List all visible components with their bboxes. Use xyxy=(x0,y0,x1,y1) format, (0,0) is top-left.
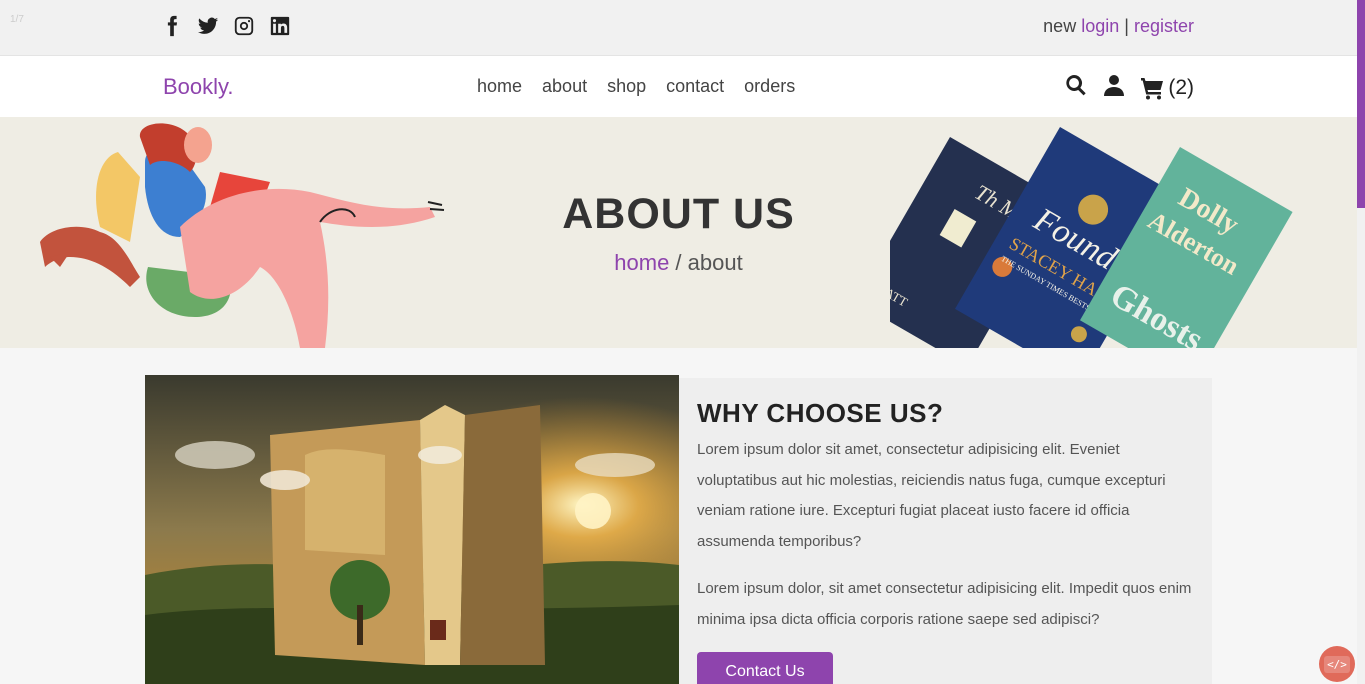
facebook-icon[interactable] xyxy=(160,14,184,38)
top-header: 1/7 new login | register xyxy=(0,0,1357,55)
cart-count: (2) xyxy=(1168,75,1194,99)
why-choose-us-section: WHY CHOOSE US? Lorem ipsum dolor sit ame… xyxy=(679,378,1212,684)
nav-link-about[interactable]: about xyxy=(542,76,587,97)
breadcrumb-current: about xyxy=(687,250,743,275)
about-paragraph-2: Lorem ipsum dolor, sit amet consectetur … xyxy=(697,580,1192,628)
twitter-icon[interactable] xyxy=(196,14,220,38)
nav-icons: (2) xyxy=(1064,73,1194,102)
auth-links: new login | register xyxy=(1043,16,1194,37)
code-icon[interactable]: </> xyxy=(1319,646,1355,682)
register-link[interactable]: register xyxy=(1134,16,1194,36)
section-heading: WHY CHOOSE US? xyxy=(697,398,944,428)
main-navbar: Bookly. home about shop contact orders (… xyxy=(0,55,1357,117)
linkedin-icon[interactable] xyxy=(268,14,292,38)
nav-link-orders[interactable]: orders xyxy=(744,76,795,97)
auth-prefix: new xyxy=(1043,16,1077,36)
cart-icon xyxy=(1141,77,1164,99)
search-icon[interactable] xyxy=(1064,73,1088,102)
nav-link-shop[interactable]: shop xyxy=(607,76,646,97)
nav-links: home about shop contact orders xyxy=(477,76,795,97)
book-covers-image: Th Midn Libr MATT Found STACEY HALL THE … xyxy=(890,127,1293,348)
nav-link-home[interactable]: home xyxy=(477,76,522,97)
breadcrumb-home-link[interactable]: home xyxy=(614,250,669,275)
login-link[interactable]: login xyxy=(1081,16,1119,36)
code-badge-label: </> xyxy=(1324,655,1350,673)
slide-counter: 1/7 xyxy=(10,14,24,25)
contact-us-button[interactable]: Contact Us xyxy=(697,652,833,684)
user-icon[interactable] xyxy=(1102,73,1126,102)
nav-link-contact[interactable]: contact xyxy=(666,76,724,97)
scrollbar-thumb[interactable] xyxy=(1357,0,1365,208)
social-links xyxy=(160,14,292,38)
instagram-icon[interactable] xyxy=(232,14,256,38)
scrollbar[interactable] xyxy=(1357,0,1365,684)
cart-button[interactable]: (2) xyxy=(1140,76,1194,100)
page-heading-banner: ABOUT US home / about Th Midn Libr MATT … xyxy=(0,117,1357,348)
logo[interactable]: Bookly. xyxy=(163,74,234,100)
auth-separator: | xyxy=(1124,16,1129,36)
breadcrumb-separator: / xyxy=(669,250,688,275)
about-paragraph-1: Lorem ipsum dolor sit amet, consectetur … xyxy=(697,441,1166,550)
open-book-landscape-image xyxy=(145,375,679,684)
